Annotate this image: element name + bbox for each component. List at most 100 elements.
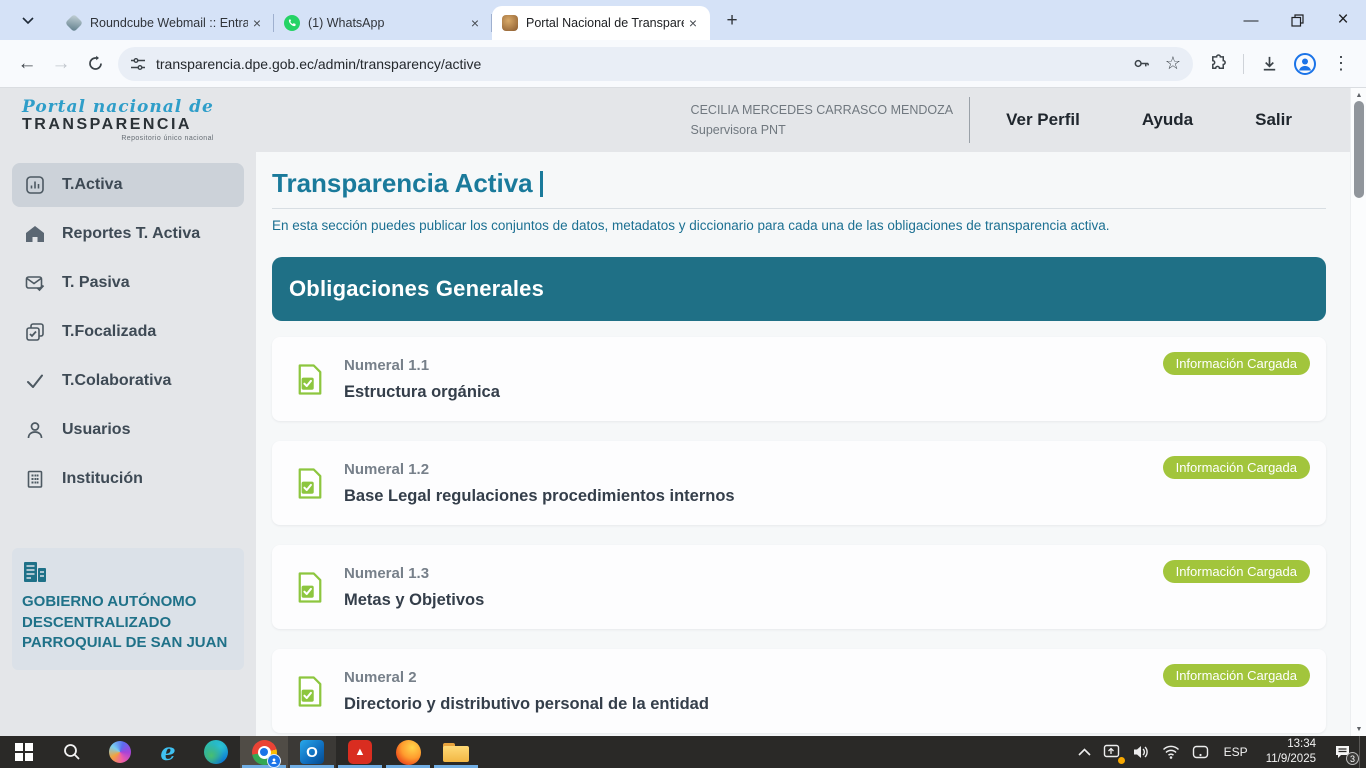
url-input[interactable]: transparencia.dpe.gob.ec/admin/transpare… [156, 56, 1132, 72]
document-check-icon [296, 467, 324, 500]
logo-main-text: TRANSPARENCIA [22, 117, 214, 133]
page-scrollbar[interactable]: ▲ ▼ [1350, 88, 1366, 736]
text-cursor [540, 171, 543, 197]
tab-whatsapp[interactable]: (1) WhatsApp × [274, 6, 492, 40]
profile-avatar-icon[interactable] [1290, 49, 1320, 79]
obligation-card-1-3[interactable]: Numeral 1.3 Metas y Objetivos Informació… [272, 545, 1326, 629]
taskbar-search-button[interactable] [48, 736, 96, 768]
bookmark-star-icon[interactable]: ☆ [1165, 53, 1181, 74]
taskbar-edge-button[interactable] [192, 736, 240, 768]
tray-wifi-icon[interactable] [1156, 736, 1186, 768]
extensions-icon[interactable] [1203, 49, 1233, 79]
downloads-icon[interactable] [1254, 49, 1284, 79]
tab-portal-active[interactable]: Portal Nacional de Transparenc × [492, 6, 710, 40]
sidebar-item-t-focalizada[interactable]: T.Focalizada [12, 310, 244, 354]
mail-check-icon [24, 272, 46, 294]
status-badge: Información Cargada [1163, 664, 1310, 687]
tab-roundcube[interactable]: Roundcube Webmail :: Entrada × [56, 6, 274, 40]
status-badge: Información Cargada [1163, 352, 1310, 375]
tab-title: Roundcube Webmail :: Entrada [90, 16, 248, 30]
system-tray: ESP 13:34 11/9/2025 3 [1072, 736, 1366, 768]
page-description: En esta sección puedes publicar los conj… [272, 218, 1326, 233]
institution-name: GOBIERNO AUTÓNOMO DESCENTRALIZADO PARROQ… [22, 592, 232, 654]
reload-button[interactable] [78, 47, 112, 81]
tab-search-button[interactable] [14, 7, 42, 35]
sidebar: T.Activa Reportes T. Activa T. Pasiva [0, 152, 256, 736]
sidebar-item-institucion[interactable]: Institución [12, 457, 244, 501]
tab-close-icon[interactable]: × [684, 14, 702, 32]
notification-count-badge: 3 [1346, 752, 1359, 765]
header-divider [969, 97, 970, 143]
sidebar-item-reportes-t-activa[interactable]: Reportes T. Activa [12, 212, 244, 256]
password-key-icon[interactable] [1132, 54, 1151, 73]
taskbar-outlook-button[interactable]: O [288, 736, 336, 768]
ayuda-link[interactable]: Ayuda [1142, 110, 1193, 130]
copy-check-icon [24, 321, 46, 343]
ver-perfil-link[interactable]: Ver Perfil [1006, 110, 1080, 130]
scroll-down-arrow[interactable]: ▼ [1351, 722, 1366, 736]
document-check-icon [296, 571, 324, 604]
main-content: Transparencia Activa En esta sección pue… [256, 152, 1350, 736]
close-button[interactable]: × [1320, 0, 1366, 40]
tray-date: 11/9/2025 [1266, 752, 1316, 767]
sidebar-item-usuarios[interactable]: Usuarios [12, 408, 244, 452]
action-center-icon[interactable]: 3 [1325, 736, 1359, 768]
status-badge: Información Cargada [1163, 456, 1310, 479]
language-indicator[interactable]: ESP [1215, 745, 1257, 759]
internet-explorer-icon: e [160, 740, 175, 764]
tray-chevron-up-icon[interactable] [1072, 736, 1097, 768]
reload-icon [87, 55, 104, 72]
salir-link[interactable]: Salir [1255, 110, 1292, 130]
obligation-numeral: Numeral 2 [344, 669, 709, 686]
page-title: Transparencia Activa [272, 168, 533, 199]
windows-taskbar: e O ▲ [0, 736, 1366, 768]
sidebar-item-t-activa[interactable]: T.Activa [12, 163, 244, 207]
restore-button[interactable] [1274, 0, 1320, 40]
windows-logo-icon [15, 743, 33, 761]
tab-close-icon[interactable]: × [248, 14, 266, 32]
browser-window: Roundcube Webmail :: Entrada × (1) Whats… [0, 0, 1366, 768]
browser-menu-icon[interactable]: ⋮ [1326, 49, 1356, 79]
scrollbar-thumb[interactable] [1354, 101, 1364, 198]
tray-sync-notification-icon[interactable] [1097, 736, 1126, 768]
sidebar-item-t-colaborativa[interactable]: T.Colaborativa [12, 359, 244, 403]
tab-title: (1) WhatsApp [308, 16, 466, 30]
obligation-card-1-2[interactable]: Numeral 1.2 Base Legal regulaciones proc… [272, 441, 1326, 525]
taskbar-chrome-button[interactable] [240, 736, 288, 768]
user-name: CECILIA MERCEDES CARRASCO MENDOZA [691, 104, 954, 117]
sidebar-item-label: Usuarios [62, 421, 130, 439]
site-settings-icon[interactable] [130, 56, 146, 72]
title-divider [272, 208, 1326, 209]
clock[interactable]: 13:34 11/9/2025 [1257, 737, 1325, 767]
tab-close-icon[interactable]: × [466, 14, 484, 32]
section-title: Obligaciones Generales [289, 276, 544, 302]
taskbar-copilot-button[interactable] [96, 736, 144, 768]
institution-building-icon [22, 560, 48, 584]
back-button[interactable]: ← [10, 47, 44, 81]
taskbar-acrobat-button[interactable]: ▲ [336, 736, 384, 768]
logo-sub-text: Repositorio único nacional [22, 135, 214, 142]
tray-speaker-icon[interactable] [1126, 736, 1156, 768]
url-bar[interactable]: transparencia.dpe.gob.ec/admin/transpare… [118, 47, 1193, 81]
portal-favicon-icon [502, 15, 518, 31]
minimize-button[interactable]: — [1228, 0, 1274, 40]
obligation-numeral: Numeral 1.1 [344, 357, 500, 374]
obligation-card-1-1[interactable]: Numeral 1.1 Estructura orgánica Informac… [272, 337, 1326, 421]
taskbar-internet-explorer-button[interactable]: e [144, 736, 192, 768]
start-button[interactable] [0, 736, 48, 768]
sidebar-item-t-pasiva[interactable]: T. Pasiva [12, 261, 244, 305]
taskbar-file-explorer-button[interactable] [432, 736, 480, 768]
tab-title: Portal Nacional de Transparenc [526, 16, 684, 30]
show-desktop-button[interactable] [1359, 736, 1364, 768]
sidebar-item-label: T.Colaborativa [62, 372, 171, 390]
forward-button[interactable]: → [44, 47, 78, 81]
tray-display-connect-icon[interactable] [1186, 736, 1215, 768]
new-tab-button[interactable]: + [718, 7, 746, 35]
bar-chart-icon [24, 174, 46, 196]
toolbar-divider [1243, 54, 1244, 74]
scroll-up-arrow[interactable]: ▲ [1351, 88, 1366, 102]
check-icon [24, 370, 46, 392]
taskbar-firefox-button[interactable] [384, 736, 432, 768]
file-explorer-icon [443, 743, 469, 762]
obligation-card-2[interactable]: Numeral 2 Directorio y distributivo pers… [272, 649, 1326, 733]
